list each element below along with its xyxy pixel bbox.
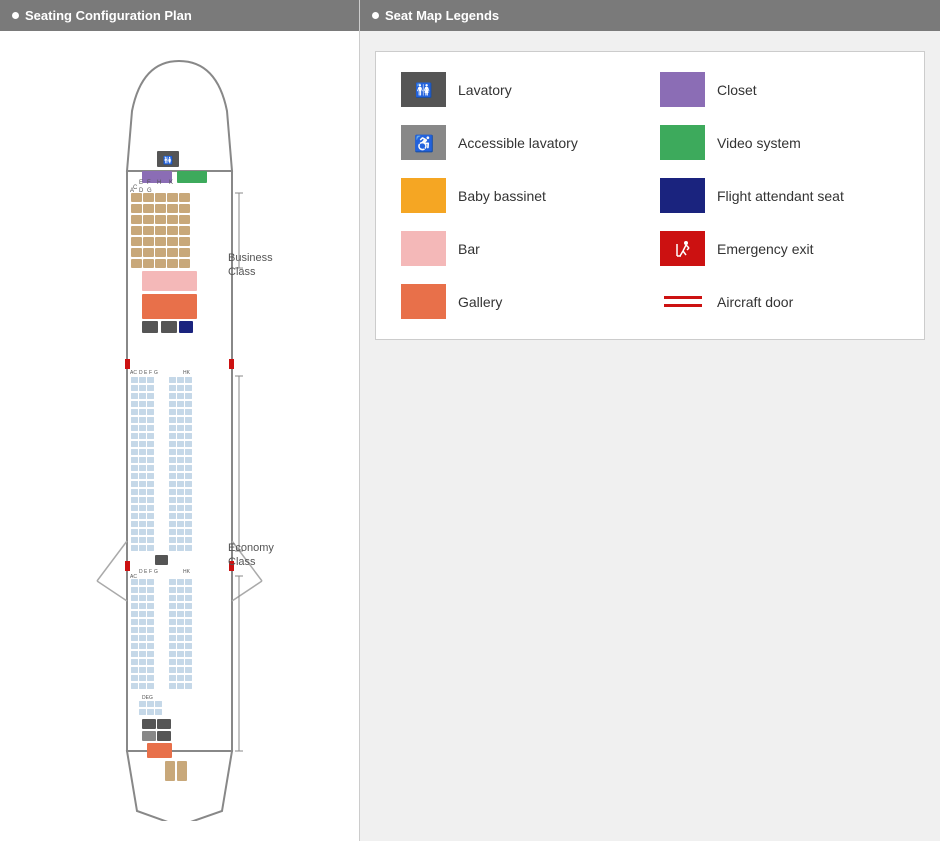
bar-swatch [401,231,446,266]
door-lines [664,296,702,307]
right-panel: Seat Map Legends 🚻 Lavatory [360,0,940,841]
svg-text:K: K [169,180,173,186]
legend-emergency-exit: Emergency exit [660,231,899,266]
svg-text:DEG: DEG [142,695,153,701]
accessible-lavatory-label: Accessible lavatory [458,135,578,151]
gallery-label: Gallery [458,294,502,310]
main-container: Seating Configuration Plan BusinessClass… [0,0,940,841]
closet-label: Closet [717,82,757,98]
svg-text:E: E [144,370,148,376]
lavatory-label: Lavatory [458,82,512,98]
aircraft-door-label: Aircraft door [717,294,793,310]
legend-closet: Closet [660,72,899,107]
svg-text:F: F [149,569,152,575]
aircraft-door-swatch [660,284,705,319]
business-class-label: BusinessClass [228,251,273,280]
legend-grid: 🚻 Lavatory Closet ♿ [401,72,899,319]
bar-label: Bar [458,241,480,257]
flight-attendant-label: Flight attendant seat [717,188,844,204]
video-system-label: Video system [717,135,801,151]
svg-text:G: G [154,370,158,376]
legend-aircraft-door: Aircraft door [660,284,899,319]
legend-video-system: Video system [660,125,899,160]
door-line-bottom [664,304,702,307]
svg-text:HK: HK [183,569,191,575]
legend-box: 🚻 Lavatory Closet ♿ [375,51,925,340]
emergency-exit-label: Emergency exit [717,241,813,257]
svg-text:🚻: 🚻 [415,82,432,99]
door-line-top [664,296,702,299]
svg-text:E: E [144,569,148,575]
svg-text:H: H [157,180,161,186]
svg-text:♿: ♿ [414,134,434,153]
svg-text:D: D [139,370,143,376]
svg-text:F: F [147,180,151,186]
svg-text:🚻: 🚻 [163,155,173,165]
left-panel-title: Seating Configuration Plan [25,8,192,23]
svg-text:E: E [139,180,143,186]
legend-flight-attendant: Flight attendant seat [660,178,899,213]
legend-lavatory: 🚻 Lavatory [401,72,640,107]
aircraft-diagram: BusinessClass EconomyClass [0,31,359,841]
svg-text:D: D [139,569,143,575]
video-system-swatch [660,125,705,160]
header-dot [12,12,19,19]
left-panel: Seating Configuration Plan BusinessClass… [0,0,360,841]
right-panel-title: Seat Map Legends [385,8,499,23]
emergency-exit-swatch [660,231,705,266]
left-panel-header: Seating Configuration Plan [0,0,359,31]
aircraft-svg: 🚻 C E F D G H A K [87,51,272,821]
svg-text:HK: HK [183,370,191,376]
baby-bassinet-swatch [401,178,446,213]
gallery-swatch [401,284,446,319]
svg-text:AC: AC [130,370,137,376]
svg-text:F: F [149,370,152,376]
legend-header-dot [372,12,379,19]
baby-bassinet-label: Baby bassinet [458,188,546,204]
economy-class-label: EconomyClass [228,541,274,570]
svg-text:G: G [154,569,158,575]
legend-baby-bassinet: Baby bassinet [401,178,640,213]
flight-attendant-swatch [660,178,705,213]
legend-bar: Bar [401,231,640,266]
closet-swatch [660,72,705,107]
legend-gallery: Gallery [401,284,640,319]
lavatory-swatch: 🚻 [401,72,446,107]
right-panel-header: Seat Map Legends [360,0,940,31]
accessible-lavatory-swatch: ♿ [401,125,446,160]
legend-accessible-lavatory: ♿ Accessible lavatory [401,125,640,160]
